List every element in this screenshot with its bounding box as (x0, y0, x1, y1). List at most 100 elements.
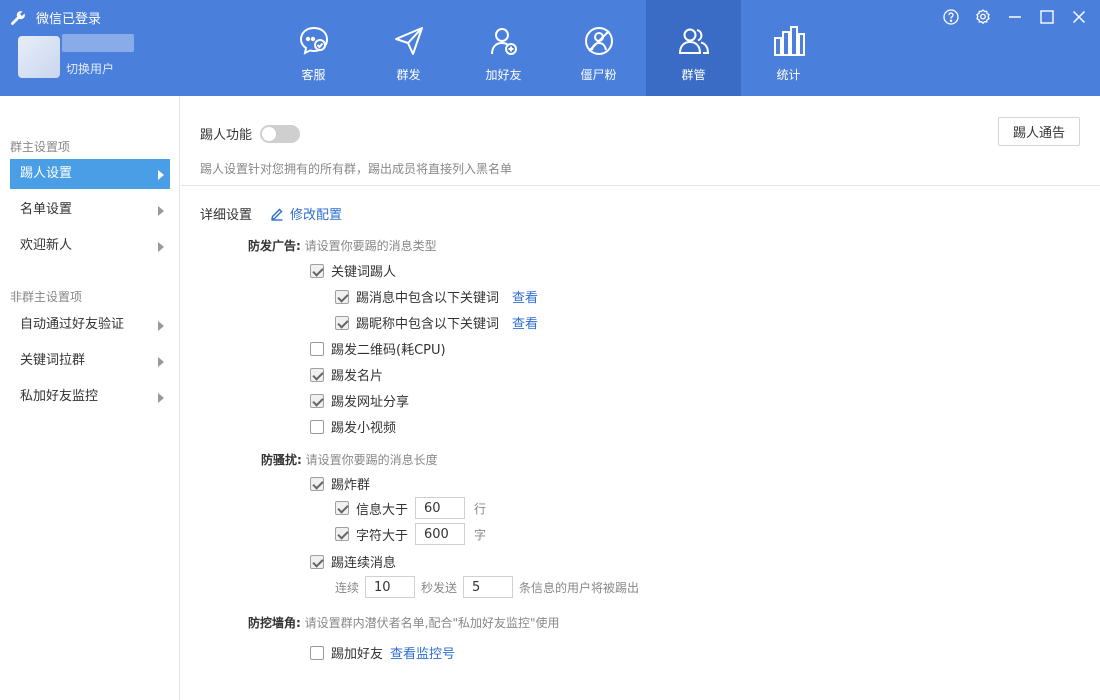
continuous-label: 踢连续消息 (331, 556, 397, 571)
sidebar-item-label: 欢迎新人 (20, 238, 73, 253)
tab-label: 群管 (681, 68, 706, 82)
sidebar-item-welcome-new[interactable]: 欢迎新人 (10, 231, 170, 261)
chat-bubble-icon (299, 26, 328, 55)
view-nick-keywords-link[interactable]: 查看 (512, 313, 538, 332)
flood-label: 踢炸群 (331, 478, 371, 493)
continuous-config-row: 连续 秒发送 条信息的用户将被踢出 (335, 576, 639, 598)
group-users-icon (678, 28, 709, 54)
switch-user-link[interactable]: 切换用户 (66, 60, 114, 77)
url-share-checkbox[interactable] (310, 393, 324, 408)
flood-row: 踢炸群 (310, 474, 370, 493)
add-friend-label: 踢加好友 (331, 647, 384, 662)
caret-right-icon (158, 357, 164, 367)
tab-label: 僵尸粉 (580, 68, 617, 82)
kick-description: 踢人设置针对您拥有的所有群，踢出成员将直接列入黑名单 (200, 162, 513, 176)
sidebar-group-owner: 群主设置项 (10, 140, 71, 154)
caret-right-icon (158, 321, 164, 331)
settings-icon (976, 9, 990, 25)
nick-keyword-checkbox[interactable] (335, 315, 349, 330)
continuous-row: 踢连续消息 (310, 552, 396, 571)
tab-statistics[interactable]: 统计 (741, 0, 836, 96)
tab-group-management[interactable]: 群管 (646, 0, 741, 96)
detail-settings-row: 详细设置 修改配置 (200, 204, 342, 223)
sidebar-item-kick-settings[interactable]: 踢人设置 (10, 159, 170, 189)
minimize-button[interactable] (1004, 6, 1026, 28)
minimize-icon (1009, 16, 1021, 18)
tab-add-friend[interactable]: 加好友 (456, 0, 551, 96)
sidebar-item-keyword-invite[interactable]: 关键词拉群 (10, 346, 170, 376)
settings-button[interactable] (972, 6, 994, 28)
sidebar-item-friend-monitor[interactable]: 私加好友监控 (10, 382, 170, 412)
keyword-kick-checkbox[interactable] (310, 263, 324, 278)
msg-keyword-checkbox[interactable] (335, 289, 349, 304)
kick-function-label: 踢人功能 (200, 128, 253, 143)
edit-config-link[interactable]: 修改配置 (270, 204, 342, 223)
window-controls (940, 6, 1090, 28)
sidebar-group-non-owner: 非群主设置项 (10, 290, 83, 304)
msg-over-checkbox[interactable] (335, 501, 349, 515)
username-blurred (62, 34, 134, 52)
anti-spam-hint: 请设置你要踢的消息长度 (305, 453, 438, 467)
close-button[interactable] (1068, 6, 1090, 28)
sidebar-item-label: 踢人设置 (20, 166, 73, 181)
anti-ad-hint: 请设置你要踢的消息类型 (304, 239, 437, 253)
caret-right-icon (158, 393, 164, 403)
anti-spam-section-header: 防骚扰: 请设置你要踢的消息长度 (261, 451, 438, 468)
help-button[interactable] (940, 6, 962, 28)
edit-config-label: 修改配置 (290, 208, 343, 223)
add-user-icon (490, 28, 517, 55)
tab-label: 客服 (301, 68, 326, 82)
bar-chart-icon (773, 26, 805, 56)
continuous-mid: 秒发送 (421, 580, 458, 595)
sidebar-item-auto-accept[interactable]: 自动通过好友验证 (10, 310, 170, 340)
tab-customer-service[interactable]: 客服 (266, 0, 361, 96)
tab-label: 加好友 (485, 68, 522, 82)
anti-poach-hint: 请设置群内潜伏者名单,配合"私加好友监控"使用 (304, 616, 560, 630)
sidebar-item-list-settings[interactable]: 名单设置 (10, 195, 170, 225)
app-title: 微信已登录 (36, 12, 102, 27)
divider (181, 185, 1100, 186)
app-header: 微信已登录 切换用户 客服 群发 加好友 僵尸粉 群管 统计 (0, 0, 1100, 96)
url-share-label: 踢发网址分享 (331, 395, 410, 410)
view-msg-keywords-link[interactable]: 查看 (512, 287, 538, 306)
continuous-count-input[interactable] (463, 576, 514, 598)
add-friend-checkbox[interactable] (310, 645, 324, 660)
view-monitor-link[interactable]: 查看监控号 (390, 643, 455, 662)
msg-over-input[interactable] (415, 497, 466, 519)
continuous-checkbox[interactable] (310, 554, 324, 569)
keyword-kick-row: 关键词踢人 (310, 261, 396, 280)
kick-settings-panel: 踢人功能 踢人通告 踢人设置针对您拥有的所有群，踢出成员将直接列入黑名单 详细设… (181, 96, 1100, 700)
pencil-icon (271, 208, 283, 221)
close-icon (1072, 10, 1086, 24)
tab-label: 统计 (776, 68, 801, 82)
qrcode-checkbox[interactable] (310, 341, 324, 356)
card-checkbox[interactable] (310, 367, 324, 382)
zombie-fan-icon (584, 27, 613, 55)
avatar[interactable] (18, 36, 60, 78)
sidebar-item-label: 名单设置 (20, 202, 73, 217)
char-over-input[interactable] (415, 523, 466, 545)
nick-keyword-row: 踢昵称中包含以下关键词 查看 (335, 313, 538, 332)
msg-over-unit: 行 (474, 501, 487, 516)
qrcode-label: 踢发二维码(耗CPU) (331, 343, 446, 358)
short-video-checkbox[interactable] (310, 419, 324, 434)
continuous-seconds-input[interactable] (365, 576, 416, 598)
sidebar-item-label: 关键词拉群 (20, 353, 86, 368)
anti-spam-title: 防骚扰: (261, 453, 302, 467)
tab-broadcast[interactable]: 群发 (361, 0, 456, 96)
flood-checkbox[interactable] (310, 476, 324, 491)
add-friend-row: 踢加好友 查看监控号 (310, 643, 455, 662)
url-share-row: 踢发网址分享 (310, 391, 409, 410)
char-over-label: 字符大于 (356, 528, 409, 544)
short-video-row: 踢发小视频 (310, 417, 396, 436)
kick-notice-button[interactable]: 踢人通告 (998, 117, 1080, 146)
msg-keyword-label: 踢消息中包含以下关键词 (356, 291, 500, 306)
card-label: 踢发名片 (331, 369, 384, 384)
tab-zombie-fans[interactable]: 僵尸粉 (551, 0, 646, 96)
main-tabs: 客服 群发 加好友 僵尸粉 群管 统计 (266, 0, 836, 96)
char-over-checkbox[interactable] (335, 527, 349, 541)
nick-keyword-label: 踢昵称中包含以下关键词 (356, 317, 500, 332)
help-icon (943, 9, 959, 25)
maximize-button[interactable] (1036, 6, 1058, 28)
kick-function-toggle[interactable] (260, 124, 301, 143)
